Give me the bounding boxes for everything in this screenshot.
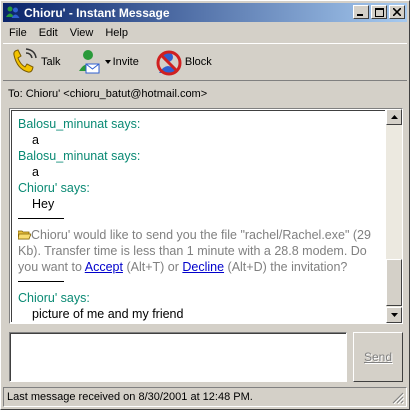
block-icon (156, 50, 182, 76)
status-bar: Last message received on 8/30/2001 at 12… (3, 387, 407, 407)
message-input-box (9, 332, 347, 382)
talk-phone-icon (13, 48, 37, 73)
decline-link[interactable]: Decline (182, 260, 224, 274)
send-button[interactable]: Send (353, 332, 403, 382)
message-text: picture of me and my friend (32, 307, 184, 321)
block-label: Block (184, 56, 212, 68)
talk-button[interactable]: Talk (9, 46, 61, 78)
msn-people-icon (6, 6, 20, 18)
minimize-button[interactable] (353, 5, 369, 19)
menu-help[interactable]: Help (99, 27, 134, 39)
im-window: Chioru' - Instant Message File Edit View… (0, 0, 410, 410)
arrow-down-icon (390, 313, 398, 317)
divider (18, 281, 64, 282)
window-title: Chioru' - Instant Message (24, 5, 170, 20)
minimize-icon (357, 14, 363, 16)
divider (18, 218, 64, 219)
arrow-up-icon (390, 115, 398, 119)
menu-edit[interactable]: Edit (33, 27, 64, 39)
status-text: Last message received on 8/30/2001 at 12… (7, 391, 253, 403)
block-button[interactable]: Block (155, 46, 212, 78)
sender-label: Chioru' says: (18, 291, 90, 305)
scroll-up-button[interactable] (386, 109, 402, 125)
accept-link[interactable]: Accept (85, 260, 123, 274)
chat-scrollbar[interactable] (386, 109, 402, 323)
file-transfer-notice: Chioru' would like to send you the file … (17, 227, 381, 275)
sender-label: Balosu_minunat says: (18, 149, 141, 163)
sender-label: Balosu_minunat says: (18, 117, 141, 131)
toolbar: Talk Invite Block (3, 43, 407, 81)
message-text: a (32, 133, 39, 147)
close-icon (393, 8, 401, 16)
maximize-button[interactable] (371, 5, 387, 19)
menu-file[interactable]: File (3, 27, 33, 39)
title-bar[interactable]: Chioru' - Instant Message (3, 3, 407, 22)
menu-bar: File Edit View Help (3, 24, 134, 42)
chat-history[interactable]: Balosu_minunat says: a Balosu_minunat sa… (9, 108, 403, 324)
scroll-down-button[interactable] (386, 307, 402, 323)
folder-icon (17, 230, 32, 240)
recipient-line: To: Chioru' <chioru_batut@hotmail.com> (8, 88, 208, 100)
scroll-thumb[interactable] (386, 259, 402, 306)
message-text: Hey (32, 197, 55, 211)
message-text: a (32, 165, 39, 179)
close-button[interactable] (389, 5, 405, 19)
invite-person-icon (78, 50, 100, 74)
sender-label: Chioru' says: (18, 181, 90, 195)
message-input[interactable] (10, 333, 346, 381)
chevron-down-icon (104, 60, 111, 64)
decline-shortcut: (Alt+D) the invitation? (227, 260, 348, 274)
maximize-icon (374, 7, 384, 17)
talk-label: Talk (41, 56, 61, 68)
resize-grip-icon[interactable] (392, 392, 404, 404)
menu-view[interactable]: View (64, 27, 100, 39)
invite-label: Invite (112, 56, 139, 68)
accept-shortcut: (Alt+T) or (126, 260, 179, 274)
invite-button[interactable]: Invite (77, 46, 139, 78)
